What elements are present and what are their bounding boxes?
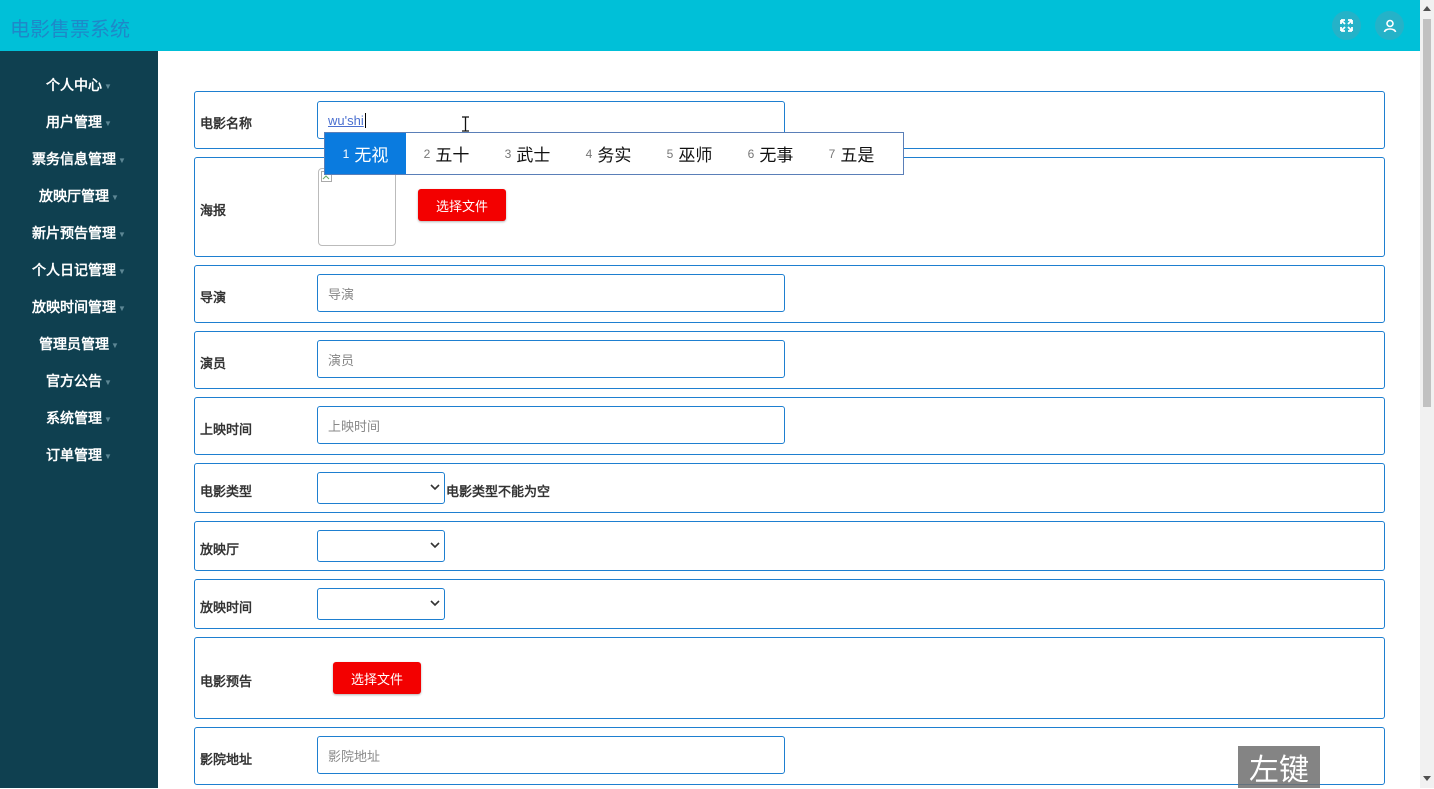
caret-down-icon: ▼ xyxy=(118,304,126,313)
scroll-down-icon[interactable] xyxy=(1423,776,1431,782)
sidebar-item-label: 票务信息管理 xyxy=(32,150,117,167)
form-row-release-time: 上映时间 上映时间 xyxy=(194,397,1385,455)
ime-candidate[interactable]: 6 无事 xyxy=(730,133,811,174)
movie-type-label: 电影类型 xyxy=(200,484,253,499)
sidebar-item-system[interactable]: 系统管理 ▼ xyxy=(0,399,158,436)
form-row-hall: 放映厅 xyxy=(194,521,1385,571)
release-time-input[interactable]: 上映时间 xyxy=(317,406,785,444)
ime-candidate[interactable]: 2 五十 xyxy=(406,133,487,174)
ime-candidate[interactable]: 7 五是 xyxy=(811,133,892,174)
sidebar-item-label: 新片预告管理 xyxy=(32,224,117,241)
ime-candidate[interactable]: 3 武士 xyxy=(487,133,568,174)
text-caret xyxy=(364,112,366,128)
movie-name-value: wu'shi xyxy=(328,112,364,128)
form-row-director: 导演 导演 xyxy=(194,265,1385,323)
director-input[interactable]: 导演 xyxy=(317,274,785,312)
form-row-trailer: 电影预告 选择文件 xyxy=(194,637,1385,719)
form-row-actors: 演员 演员 xyxy=(194,331,1385,389)
sidebar-item-label: 订单管理 xyxy=(46,446,103,463)
scroll-up-icon[interactable] xyxy=(1423,5,1431,11)
sidebar-item-orders[interactable]: 订单管理 ▼ xyxy=(0,436,158,473)
director-label: 导演 xyxy=(200,290,227,305)
ime-candidate-bar: 1 无视 2 五十 3 武士 4 务实 5 巫师 6 无事 7 五是 xyxy=(324,132,904,175)
sidebar-item-label: 个人日记管理 xyxy=(32,261,117,278)
trailer-label: 电影预告 xyxy=(200,674,253,689)
sidebar-item-label: 官方公告 xyxy=(46,372,103,389)
user-icon[interactable] xyxy=(1375,11,1404,40)
caret-down-icon: ▼ xyxy=(111,341,119,350)
sidebar: 个人中心 ▼ 用户管理 ▼ 票务信息管理 ▼ 放映厅管理 ▼ 新片预告管理 ▼ 个人日记管… xyxy=(0,51,158,788)
caret-down-icon: ▼ xyxy=(118,156,126,165)
form-row-show-time: 放映时间 xyxy=(194,579,1385,629)
caret-down-icon: ▼ xyxy=(104,452,112,461)
caret-down-icon: ▼ xyxy=(111,193,119,202)
sidebar-item-tickets[interactable]: 票务信息管理 ▼ xyxy=(0,140,158,177)
chevron-down-icon xyxy=(430,484,440,491)
ime-candidate[interactable]: 5 巫师 xyxy=(649,133,730,174)
chevron-down-icon xyxy=(430,600,440,607)
chevron-down-icon xyxy=(430,542,440,549)
sidebar-item-users[interactable]: 用户管理 ▼ xyxy=(0,103,158,140)
actors-input[interactable]: 演员 xyxy=(317,340,785,378)
sidebar-item-trailers[interactable]: 新片预告管理 ▼ xyxy=(0,214,158,251)
sidebar-item-showtimes[interactable]: 放映时间管理 ▼ xyxy=(0,288,158,325)
movie-type-error: 电影类型不能为空 xyxy=(446,484,551,499)
form-row-cinema-address: 影院地址 影院地址 xyxy=(194,727,1385,785)
trailer-choose-file-button[interactable]: 选择文件 xyxy=(333,662,421,694)
page-scrollbar[interactable] xyxy=(1420,0,1434,788)
sidebar-item-label: 个人中心 xyxy=(46,76,103,93)
show-time-select[interactable] xyxy=(317,588,445,620)
actors-label: 演员 xyxy=(200,356,227,371)
sidebar-item-label: 放映厅管理 xyxy=(39,187,110,204)
movie-name-label: 电影名称 xyxy=(200,116,253,131)
cinema-address-input[interactable]: 影院地址 xyxy=(317,736,785,774)
caret-down-icon: ▼ xyxy=(104,82,112,91)
sidebar-item-announcements[interactable]: 官方公告 ▼ xyxy=(0,362,158,399)
text-cursor-icon xyxy=(462,116,469,132)
app-title: 电影售票系统 xyxy=(10,19,130,41)
sidebar-item-label: 放映时间管理 xyxy=(32,298,117,315)
sidebar-item-admins[interactable]: 管理员管理 ▼ xyxy=(0,325,158,362)
release-time-label: 上映时间 xyxy=(200,422,253,437)
show-time-label: 放映时间 xyxy=(200,600,253,615)
form-row-movie-type: 电影类型 电影类型不能为空 xyxy=(194,463,1385,513)
expand-icon[interactable] xyxy=(1332,11,1361,40)
sidebar-item-label: 管理员管理 xyxy=(39,335,110,352)
sidebar-item-label: 系统管理 xyxy=(46,409,103,426)
hall-label: 放映厅 xyxy=(200,542,240,557)
sidebar-item-halls[interactable]: 放映厅管理 ▼ xyxy=(0,177,158,214)
sidebar-item-diary[interactable]: 个人日记管理 ▼ xyxy=(0,251,158,288)
top-header: 电影售票系统 xyxy=(0,0,1420,51)
ime-candidate[interactable]: 4 务实 xyxy=(568,133,649,174)
poster-preview-image xyxy=(318,168,396,246)
hall-select[interactable] xyxy=(317,530,445,562)
cinema-address-label: 影院地址 xyxy=(200,752,253,767)
sidebar-item-label: 用户管理 xyxy=(46,113,103,130)
caret-down-icon: ▼ xyxy=(118,230,126,239)
ime-candidate[interactable]: 1 无视 xyxy=(325,133,406,174)
caret-down-icon: ▼ xyxy=(104,415,112,424)
caret-down-icon: ▼ xyxy=(118,267,126,276)
caret-down-icon: ▼ xyxy=(104,378,112,387)
movie-type-select[interactable] xyxy=(317,472,445,504)
sidebar-item-personal-center[interactable]: 个人中心 ▼ xyxy=(0,66,158,103)
scrollbar-thumb[interactable] xyxy=(1423,19,1431,407)
caret-down-icon: ▼ xyxy=(104,119,112,128)
mouse-click-hint: 左键 xyxy=(1238,746,1320,788)
poster-choose-file-button[interactable]: 选择文件 xyxy=(418,189,506,221)
poster-label: 海报 xyxy=(200,203,227,218)
